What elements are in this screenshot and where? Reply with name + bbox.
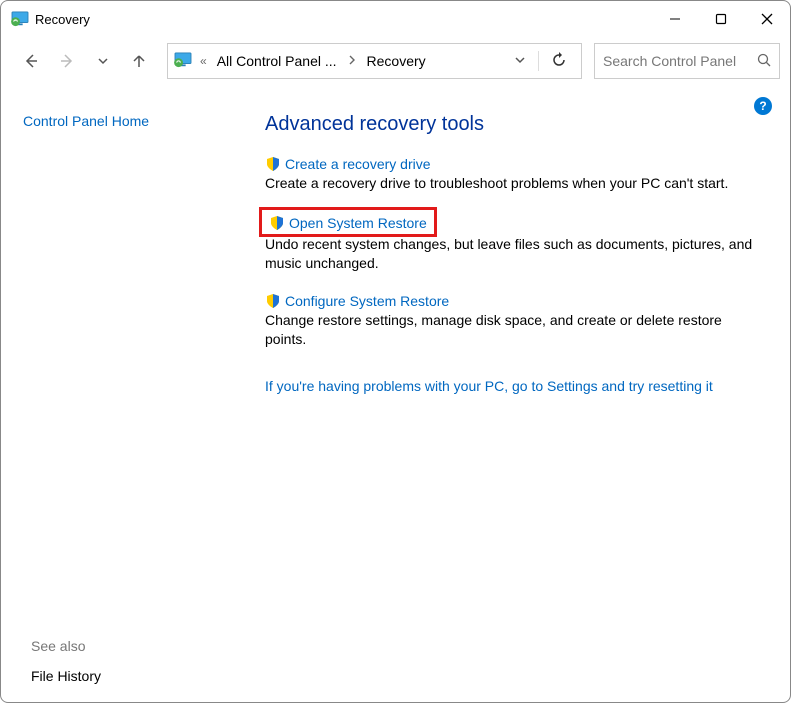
address-bar[interactable]: « All Control Panel ... Recovery bbox=[167, 43, 582, 79]
window-controls bbox=[652, 3, 790, 35]
main-content: ? Advanced recovery tools Create a recov… bbox=[253, 91, 778, 702]
close-button[interactable] bbox=[744, 3, 790, 35]
recent-locations-dropdown[interactable] bbox=[87, 45, 119, 77]
page-title: Advanced recovery tools bbox=[265, 113, 768, 136]
search-input[interactable]: Search Control Panel bbox=[594, 43, 780, 79]
back-button[interactable] bbox=[15, 45, 47, 77]
control-panel-home-link[interactable]: Control Panel Home bbox=[23, 113, 149, 129]
toolbar: « All Control Panel ... Recovery Search … bbox=[1, 37, 790, 91]
search-placeholder: Search Control Panel bbox=[603, 53, 736, 69]
search-icon bbox=[757, 53, 771, 70]
shield-icon bbox=[265, 293, 281, 309]
title-bar: Recovery bbox=[1, 1, 790, 37]
sidebar: Control Panel Home bbox=[23, 91, 253, 702]
shield-icon bbox=[269, 215, 285, 231]
breadcrumb-segment-2[interactable]: Recovery bbox=[367, 53, 426, 69]
address-location-icon bbox=[174, 52, 192, 71]
help-icon[interactable]: ? bbox=[754, 97, 772, 115]
settings-reset-link[interactable]: If you're having problems with your PC, … bbox=[265, 378, 713, 394]
address-dropdown-button[interactable] bbox=[506, 54, 534, 69]
address-divider bbox=[538, 51, 539, 71]
see-also-label: See also bbox=[31, 638, 101, 654]
window-title: Recovery bbox=[35, 12, 90, 27]
breadcrumb-segment-1[interactable]: All Control Panel ... bbox=[217, 53, 337, 69]
open-system-restore-link[interactable]: Open System Restore bbox=[289, 215, 427, 231]
create-recovery-drive-desc: Create a recovery drive to troubleshoot … bbox=[265, 174, 765, 193]
tool-configure-system-restore: Configure System Restore Change restore … bbox=[265, 293, 765, 349]
up-button[interactable] bbox=[123, 45, 155, 77]
file-history-link[interactable]: File History bbox=[31, 668, 101, 684]
create-recovery-drive-link[interactable]: Create a recovery drive bbox=[285, 156, 431, 172]
maximize-button[interactable] bbox=[698, 3, 744, 35]
refresh-button[interactable] bbox=[543, 52, 575, 71]
minimize-button[interactable] bbox=[652, 3, 698, 35]
open-system-restore-desc: Undo recent system changes, but leave fi… bbox=[265, 235, 765, 273]
configure-system-restore-link[interactable]: Configure System Restore bbox=[285, 293, 449, 309]
breadcrumb-overflow-icon[interactable]: « bbox=[200, 54, 207, 68]
configure-system-restore-desc: Change restore settings, manage disk spa… bbox=[265, 311, 765, 349]
footer: See also File History bbox=[31, 638, 101, 684]
tool-open-system-restore: Open System Restore Undo recent system c… bbox=[265, 213, 765, 273]
shield-icon bbox=[265, 156, 281, 172]
forward-button[interactable] bbox=[51, 45, 83, 77]
tool-create-recovery-drive: Create a recovery drive Create a recover… bbox=[265, 156, 765, 193]
chevron-right-icon[interactable] bbox=[343, 54, 361, 68]
recovery-app-icon bbox=[11, 10, 29, 28]
